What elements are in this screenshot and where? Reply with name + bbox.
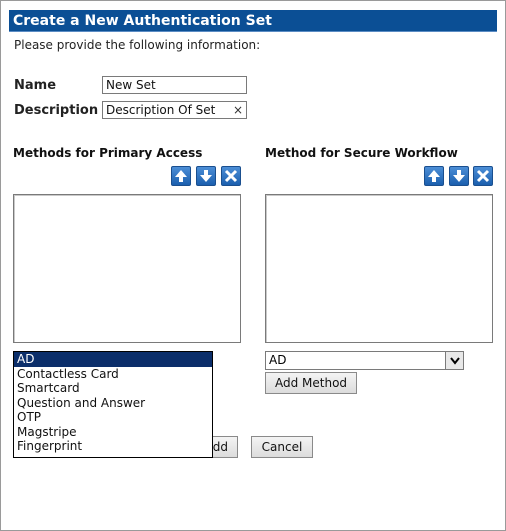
primary-methods-label: Methods for Primary Access — [13, 146, 203, 160]
description-field-value: Description Of Set — [106, 103, 216, 117]
secure-method-select-value: AD — [269, 353, 287, 367]
dialog-title: Create a New Authentication Set — [9, 10, 497, 32]
delete-icon[interactable] — [221, 166, 241, 186]
clear-icon[interactable]: × — [233, 102, 243, 118]
secure-workflow-label: Method for Secure Workflow — [265, 146, 458, 160]
name-field-value: New Set — [106, 78, 156, 92]
primary-methods-list[interactable] — [13, 194, 241, 343]
chevron-down-icon[interactable] — [445, 352, 463, 369]
move-down-icon[interactable] — [449, 166, 469, 186]
cancel-button[interactable]: Cancel — [251, 436, 313, 458]
dropdown-option[interactable]: Fingerprint — [14, 439, 212, 454]
dropdown-option[interactable]: Smartcard — [14, 381, 212, 396]
dropdown-option[interactable]: Contactless Card — [14, 367, 212, 382]
move-up-icon[interactable] — [171, 166, 191, 186]
description-label: Description — [14, 103, 99, 118]
move-down-icon[interactable] — [196, 166, 216, 186]
primary-method-dropdown[interactable]: AD Contactless Card Smartcard Question a… — [13, 351, 213, 458]
name-label: Name — [14, 78, 57, 93]
dropdown-option[interactable]: AD — [14, 352, 212, 367]
dropdown-option[interactable]: Magstripe — [14, 425, 212, 440]
name-field[interactable]: New Set — [102, 76, 247, 94]
dropdown-option[interactable]: Question and Answer — [14, 396, 212, 411]
move-up-icon[interactable] — [424, 166, 444, 186]
instructions-text: Please provide the following information… — [14, 38, 261, 52]
description-field[interactable]: Description Of Set × — [102, 101, 247, 119]
secure-method-select[interactable]: AD — [265, 351, 464, 370]
add-method-button[interactable]: Add Method — [265, 372, 357, 394]
delete-icon[interactable] — [473, 166, 493, 186]
secure-workflow-list[interactable] — [265, 194, 493, 343]
dropdown-option[interactable]: OTP — [14, 410, 212, 425]
